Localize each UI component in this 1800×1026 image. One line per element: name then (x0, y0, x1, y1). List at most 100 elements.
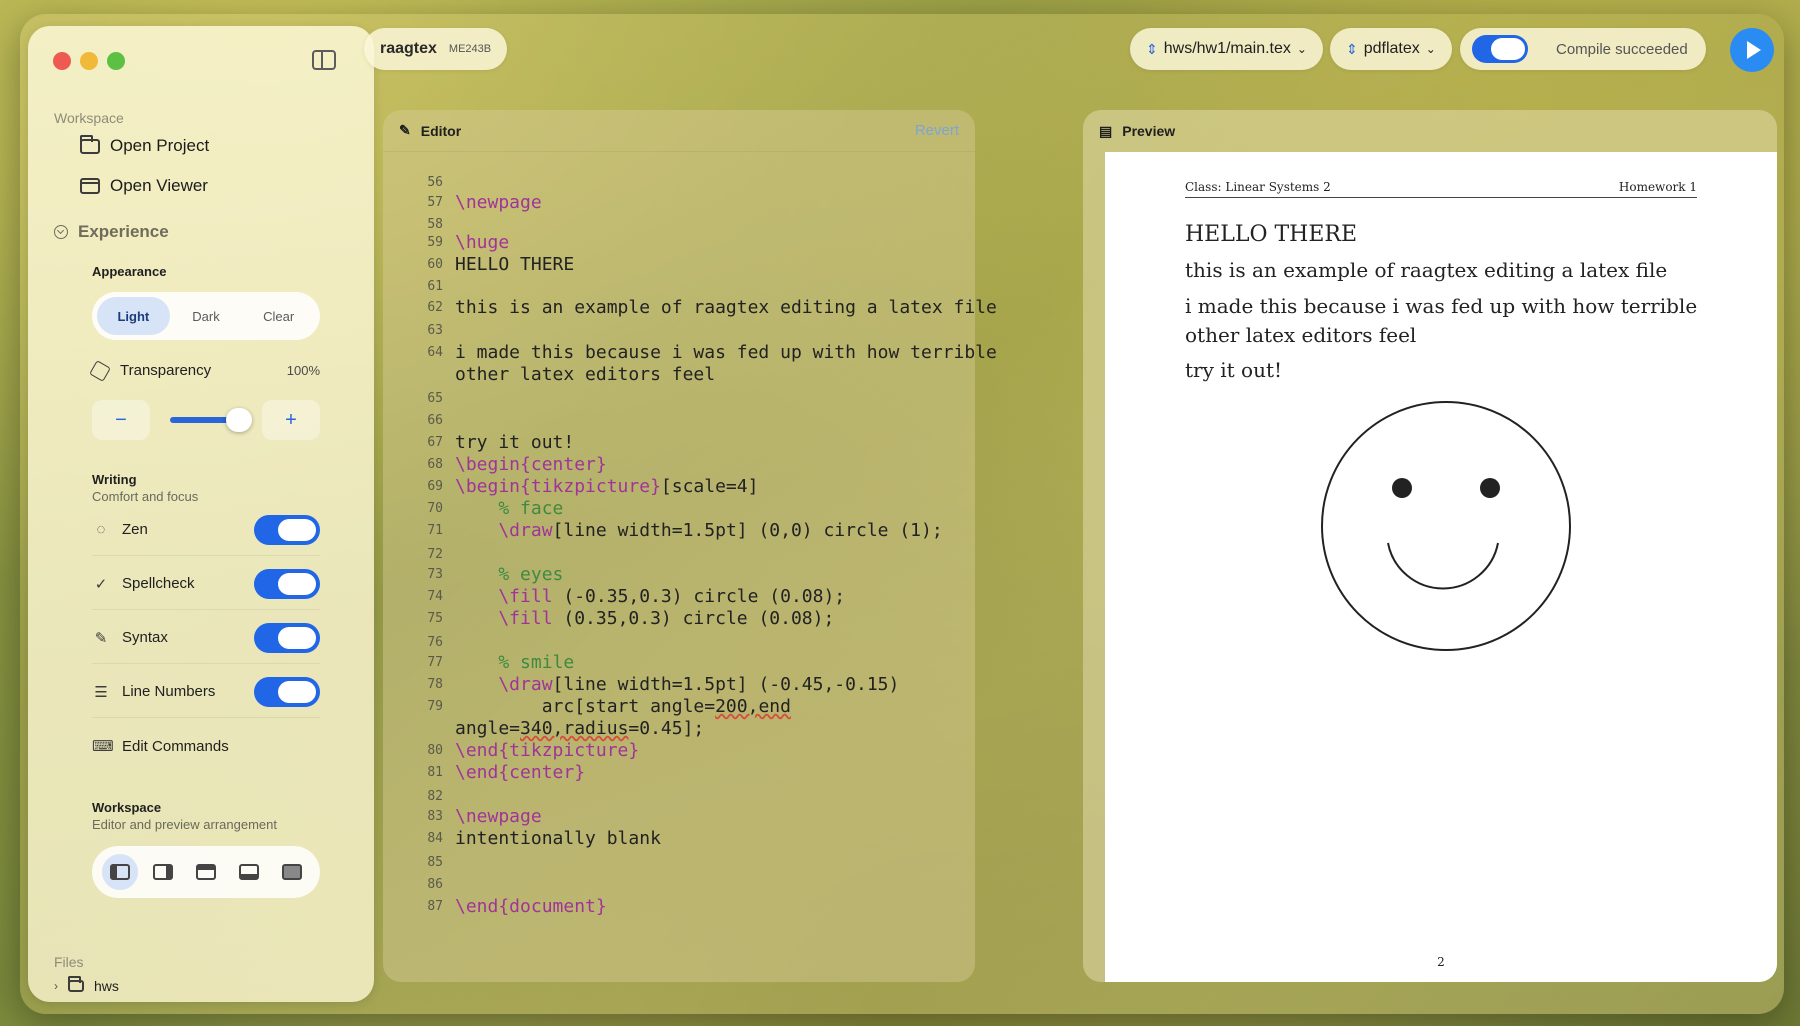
code-text: this is an example of raagtex editing a … (455, 297, 997, 318)
page-paragraph: this is an example of raagtex editing a … (1185, 258, 1668, 282)
preview-panel: ▤ Preview Class: Linear Systems 2 Homewo… (1083, 110, 1777, 982)
line-number: 72 (427, 547, 443, 562)
line-number: 77 (427, 655, 443, 670)
line-number: 75 (427, 611, 443, 626)
engine-select[interactable]: ⇕ pdflatex ⌄ (1330, 28, 1452, 70)
zen-switch[interactable] (254, 514, 320, 545)
code-line: 64 i made this because i was fed up with … (383, 342, 997, 363)
page-heading: HELLO THERE (1185, 222, 1358, 247)
transparency-increase-button[interactable]: + (262, 400, 320, 440)
layout-editor-top-icon (195, 864, 216, 880)
chevron-right-icon: › (54, 979, 58, 993)
edit-square-icon: ✎ (399, 122, 411, 138)
zen-row: ◌ Zen (92, 504, 320, 556)
transparency-row: Transparency 100% (89, 359, 320, 382)
preview-title: Preview (1122, 123, 1176, 139)
code-line: 83 \newpage (383, 806, 541, 827)
code-text: \end{center} (455, 762, 586, 783)
left-eye (1392, 478, 1412, 498)
layout-option-editor-top[interactable] (188, 854, 224, 890)
edit-commands-button[interactable]: ⌨ Edit Commands (92, 720, 320, 772)
appearance-option-clear[interactable]: Clear (242, 297, 315, 335)
up-down-arrows-icon: ⇕ (1346, 41, 1358, 57)
zoom-window-button[interactable] (107, 52, 125, 70)
transparency-label: Transparency (120, 362, 212, 379)
revert-button[interactable]: Revert (915, 122, 959, 139)
layout-editor-right-icon (152, 864, 173, 880)
open-project-label: Open Project (110, 136, 210, 155)
appearance-option-dark[interactable]: Dark (170, 297, 243, 335)
layout-single-icon (282, 864, 303, 880)
run-compile-button[interactable] (1730, 28, 1774, 72)
code-line: 80 \end{tikzpicture} (383, 740, 639, 761)
experience-section-toggle[interactable]: Experience (54, 222, 169, 242)
code-line: 75 \fill (0.35,0.3) circle (0.08); (383, 608, 834, 629)
code-editor[interactable]: 56 57 \newpage 58 59 \huge 60 HELLO THERE 6… (383, 158, 997, 982)
auto-compile-switch[interactable] (1472, 35, 1528, 63)
code-line: 58 (383, 214, 455, 232)
open-project-button[interactable]: Open Project (80, 134, 210, 156)
code-comment: % eyes (455, 564, 564, 585)
open-viewer-label: Open Viewer (110, 176, 208, 195)
appearance-label: Appearance (92, 264, 167, 279)
code-text: =0.45]; (628, 718, 705, 739)
edit-commands-label: Edit Commands (122, 737, 229, 755)
code-line: 84 intentionally blank (383, 828, 661, 849)
header-left: Class: Linear Systems 2 (1185, 180, 1331, 194)
zen-label: Zen (122, 521, 148, 538)
spellcheck-row: ✓ Spellcheck (92, 558, 320, 610)
code-comment: % face (455, 498, 564, 519)
eye-slash-icon: ◌ (96, 521, 106, 538)
line-number: 84 (427, 831, 443, 846)
code-text: \begin{center} (455, 454, 607, 475)
code-keyword: \fill (455, 608, 553, 629)
layout-option-editor-right[interactable] (145, 854, 181, 890)
page-paragraph: i made this because i was fed up with ho… (1185, 294, 1698, 347)
syntax-switch[interactable] (254, 622, 320, 653)
code-comment: % smile (455, 652, 575, 673)
close-window-button[interactable] (53, 52, 71, 70)
file-select[interactable]: ⇕ hws/hw1/main.tex ⌄ (1130, 28, 1323, 70)
code-text: try it out! (455, 432, 575, 453)
face-outline (1321, 401, 1571, 651)
layout-option-single[interactable] (274, 854, 310, 890)
pdf-page[interactable]: Class: Linear Systems 2 Homework 1 HELLO… (1105, 152, 1777, 982)
layout-option-editor-left[interactable] (101, 854, 138, 890)
project-pill[interactable]: raagtex ME243B (364, 28, 508, 70)
code-line: 87 \end{document} (383, 896, 606, 917)
code-line: 82 (383, 786, 455, 804)
code-line: 86 (383, 874, 455, 892)
transparency-slider-knob[interactable] (226, 408, 252, 432)
project-code: ME243B (448, 43, 492, 55)
line-number: 65 (427, 391, 443, 406)
line-number: 87 (427, 899, 443, 914)
code-line: 67 try it out! (383, 432, 574, 453)
code-text: \newpage (455, 192, 542, 213)
writing-subtitle: Comfort and focus (92, 489, 199, 504)
layout-option-editor-bottom[interactable] (231, 854, 267, 890)
line-number: 67 (427, 435, 443, 450)
file-tree-item-hws[interactable]: › hws (54, 976, 119, 994)
appearance-option-light[interactable]: Light (97, 297, 170, 335)
minimize-window-button[interactable] (80, 52, 98, 70)
engine-select-value: pdflatex (1363, 40, 1420, 57)
transparency-decrease-button[interactable]: − (92, 400, 150, 440)
appearance-segmented-control: Light Dark Clear (92, 292, 320, 340)
workspace-section-title: Workspace (54, 110, 124, 126)
line-number: 74 (427, 589, 443, 604)
open-viewer-button[interactable]: Open Viewer (80, 176, 208, 196)
page-paragraph: try it out! (1185, 358, 1283, 382)
code-line: 71 \draw[line width=1.5pt] (0,0) circle … (383, 520, 942, 541)
line-numbers-switch[interactable] (254, 676, 320, 707)
code-line: 76 (383, 632, 455, 650)
code-keyword: \draw (455, 520, 553, 541)
line-number: 70 (427, 501, 443, 516)
right-eye (1480, 478, 1500, 498)
sidebar-toggle-icon[interactable] (312, 50, 336, 70)
line-number: 73 (427, 567, 443, 582)
spellcheck-switch[interactable] (254, 568, 320, 599)
line-number: 82 (427, 789, 443, 804)
line-number: 59 (427, 235, 443, 250)
line-number: 61 (427, 279, 443, 294)
writing-title: Writing (92, 472, 137, 487)
